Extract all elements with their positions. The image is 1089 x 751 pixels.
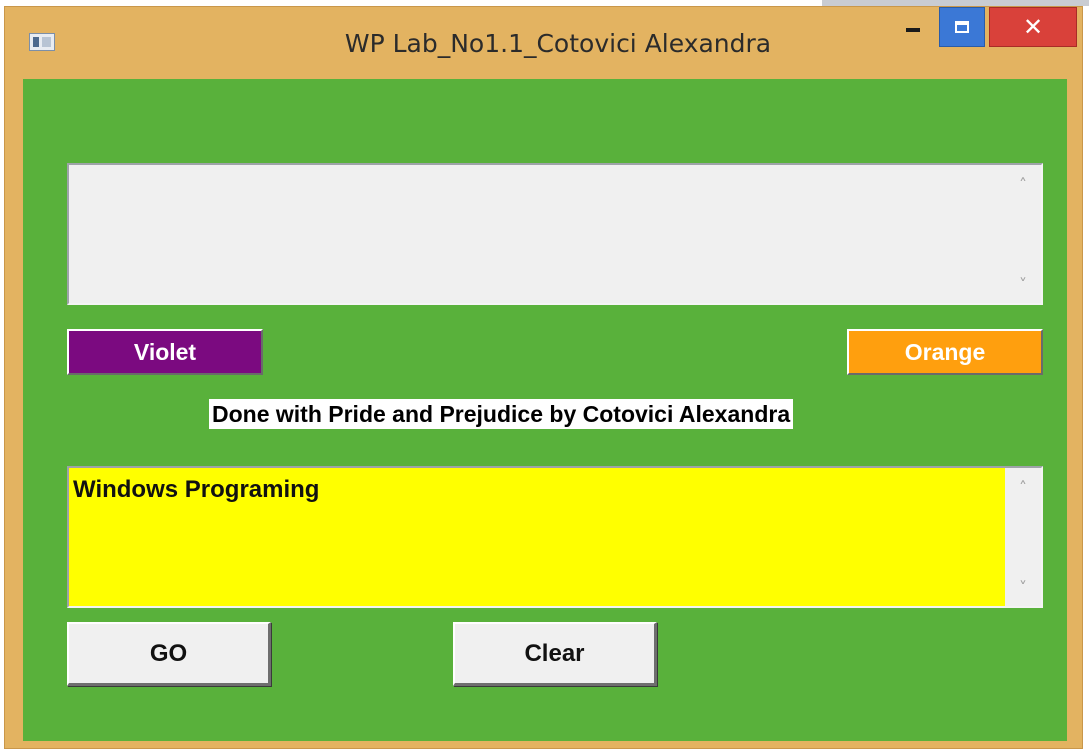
top-textbox-scrollbar[interactable]: ˄ ˅ [1005,165,1041,303]
scroll-down-arrow-icon[interactable]: ˅ [1005,572,1041,602]
violet-button[interactable]: Violet [67,329,263,375]
bottom-textbox[interactable]: Windows Programing ˄ ˅ [67,466,1043,608]
maximize-button[interactable] [939,7,985,47]
clear-button[interactable]: Clear [453,622,657,686]
go-button[interactable]: GO [67,622,271,686]
scroll-down-arrow-icon[interactable]: ˅ [1005,269,1041,299]
minimize-button[interactable] [889,7,937,47]
bottom-textbox-content[interactable]: Windows Programing [69,468,1005,606]
top-textbox[interactable]: ˄ ˅ [67,163,1043,305]
bottom-textbox-scrollbar[interactable]: ˄ ˅ [1005,468,1041,606]
scroll-up-arrow-icon[interactable]: ˄ [1005,472,1041,502]
close-button[interactable]: ✕ [989,7,1077,47]
scroll-up-arrow-icon[interactable]: ˄ [1005,169,1041,199]
main-window: WP Lab_No1.1_Cotovici Alexandra ✕ ˄ ˅ Vi… [4,6,1083,749]
close-icon: ✕ [1022,13,1044,41]
maximize-icon [955,21,969,33]
author-caption: Done with Pride and Prejudice by Cotovic… [209,399,794,429]
orange-button[interactable]: Orange [847,329,1043,375]
title-bar[interactable]: WP Lab_No1.1_Cotovici Alexandra ✕ [5,7,1082,73]
minimize-icon [906,28,920,32]
client-area: ˄ ˅ Violet Orange Done with Pride and Pr… [23,79,1067,741]
top-textbox-content[interactable] [69,165,1005,303]
